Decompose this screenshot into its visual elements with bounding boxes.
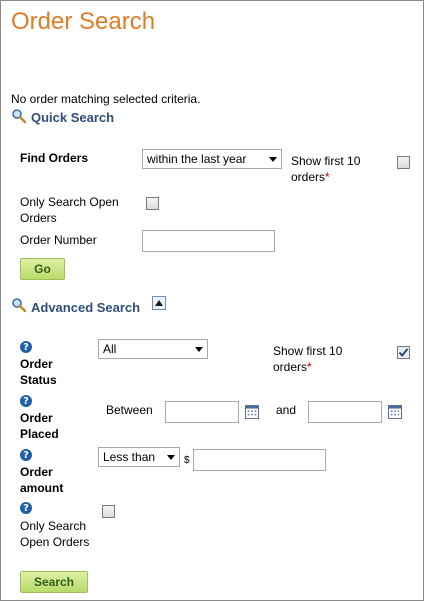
order-status-label: Order Status <box>20 356 57 388</box>
calendar-icon[interactable] <box>245 405 259 419</box>
chevron-down-icon <box>269 156 277 162</box>
order-amount-line1: Order <box>20 465 53 479</box>
chevron-up-icon <box>155 300 163 306</box>
date-to-input[interactable] <box>308 401 382 423</box>
help-icon[interactable]: ? <box>20 395 32 407</box>
between-label: Between <box>106 403 153 417</box>
page-title: Order Search <box>11 8 156 35</box>
collapse-advanced-button[interactable] <box>152 296 166 310</box>
search-button[interactable]: Search <box>20 571 88 593</box>
quick-show-first-line2: orders <box>291 170 326 184</box>
order-status-value: All <box>103 342 117 356</box>
amount-comparator-value: Less than <box>103 450 156 464</box>
quick-open-orders-label: Only Search Open Orders <box>20 194 140 226</box>
amount-input[interactable] <box>193 449 326 471</box>
currency-symbol: $ <box>184 455 190 466</box>
calendar-icon[interactable] <box>388 405 402 419</box>
quick-show-first-line1: Show first 10 <box>291 154 361 168</box>
chevron-down-icon <box>167 454 175 460</box>
quick-search-heading: Quick Search <box>31 110 115 125</box>
order-status-line1: Order <box>20 357 53 371</box>
date-range-value: within the last year <box>147 152 247 166</box>
advanced-open-line2: Open Orders <box>20 535 90 549</box>
quick-open-orders-checkbox[interactable] <box>146 197 159 210</box>
help-icon[interactable]: ? <box>20 449 32 461</box>
advanced-show-first-line1: Show first 10 <box>273 344 343 358</box>
quick-show-first-checkbox[interactable] <box>397 156 410 169</box>
help-icon[interactable]: ? <box>20 502 32 514</box>
magnifier-icon <box>12 298 27 313</box>
order-status-select[interactable]: All <box>98 339 208 359</box>
magnifier-icon <box>12 109 27 124</box>
date-range-select[interactable]: within the last year <box>142 149 282 169</box>
order-placed-label: Order Placed <box>20 410 59 442</box>
required-mark: * <box>325 170 330 184</box>
go-button[interactable]: Go <box>20 258 65 280</box>
order-amount-line2: amount <box>20 481 64 495</box>
quick-open-line2: Orders <box>20 211 57 225</box>
advanced-show-first-label: Show first 10 orders* <box>273 343 383 375</box>
status-message: No order matching selected criteria. <box>11 92 201 106</box>
date-from-input[interactable] <box>165 401 239 423</box>
and-label: and <box>276 403 297 417</box>
advanced-open-line1: Only Search <box>20 519 87 533</box>
order-number-input[interactable] <box>142 230 275 252</box>
quick-open-line1: Only Search Open <box>20 195 119 209</box>
chevron-down-icon <box>195 346 203 352</box>
advanced-show-first-line2: orders <box>273 360 308 374</box>
advanced-search-heading: Advanced Search <box>31 300 141 315</box>
quick-show-first-label: Show first 10 orders* <box>291 153 381 185</box>
order-status-line2: Status <box>20 373 57 387</box>
order-number-label: Order Number <box>20 233 97 247</box>
help-icon[interactable]: ? <box>20 341 32 353</box>
find-orders-label: Find Orders <box>20 151 89 165</box>
required-mark: * <box>307 360 312 374</box>
advanced-open-orders-label: Only Search Open Orders <box>20 518 120 550</box>
check-icon <box>398 348 409 357</box>
amount-comparator-select[interactable]: Less than <box>98 447 180 467</box>
order-amount-label: Order amount <box>20 464 63 496</box>
advanced-show-first-checkbox[interactable] <box>397 346 410 359</box>
order-placed-line2: Placed <box>20 427 59 441</box>
advanced-open-orders-checkbox[interactable] <box>102 505 115 518</box>
order-placed-line1: Order <box>20 411 53 425</box>
